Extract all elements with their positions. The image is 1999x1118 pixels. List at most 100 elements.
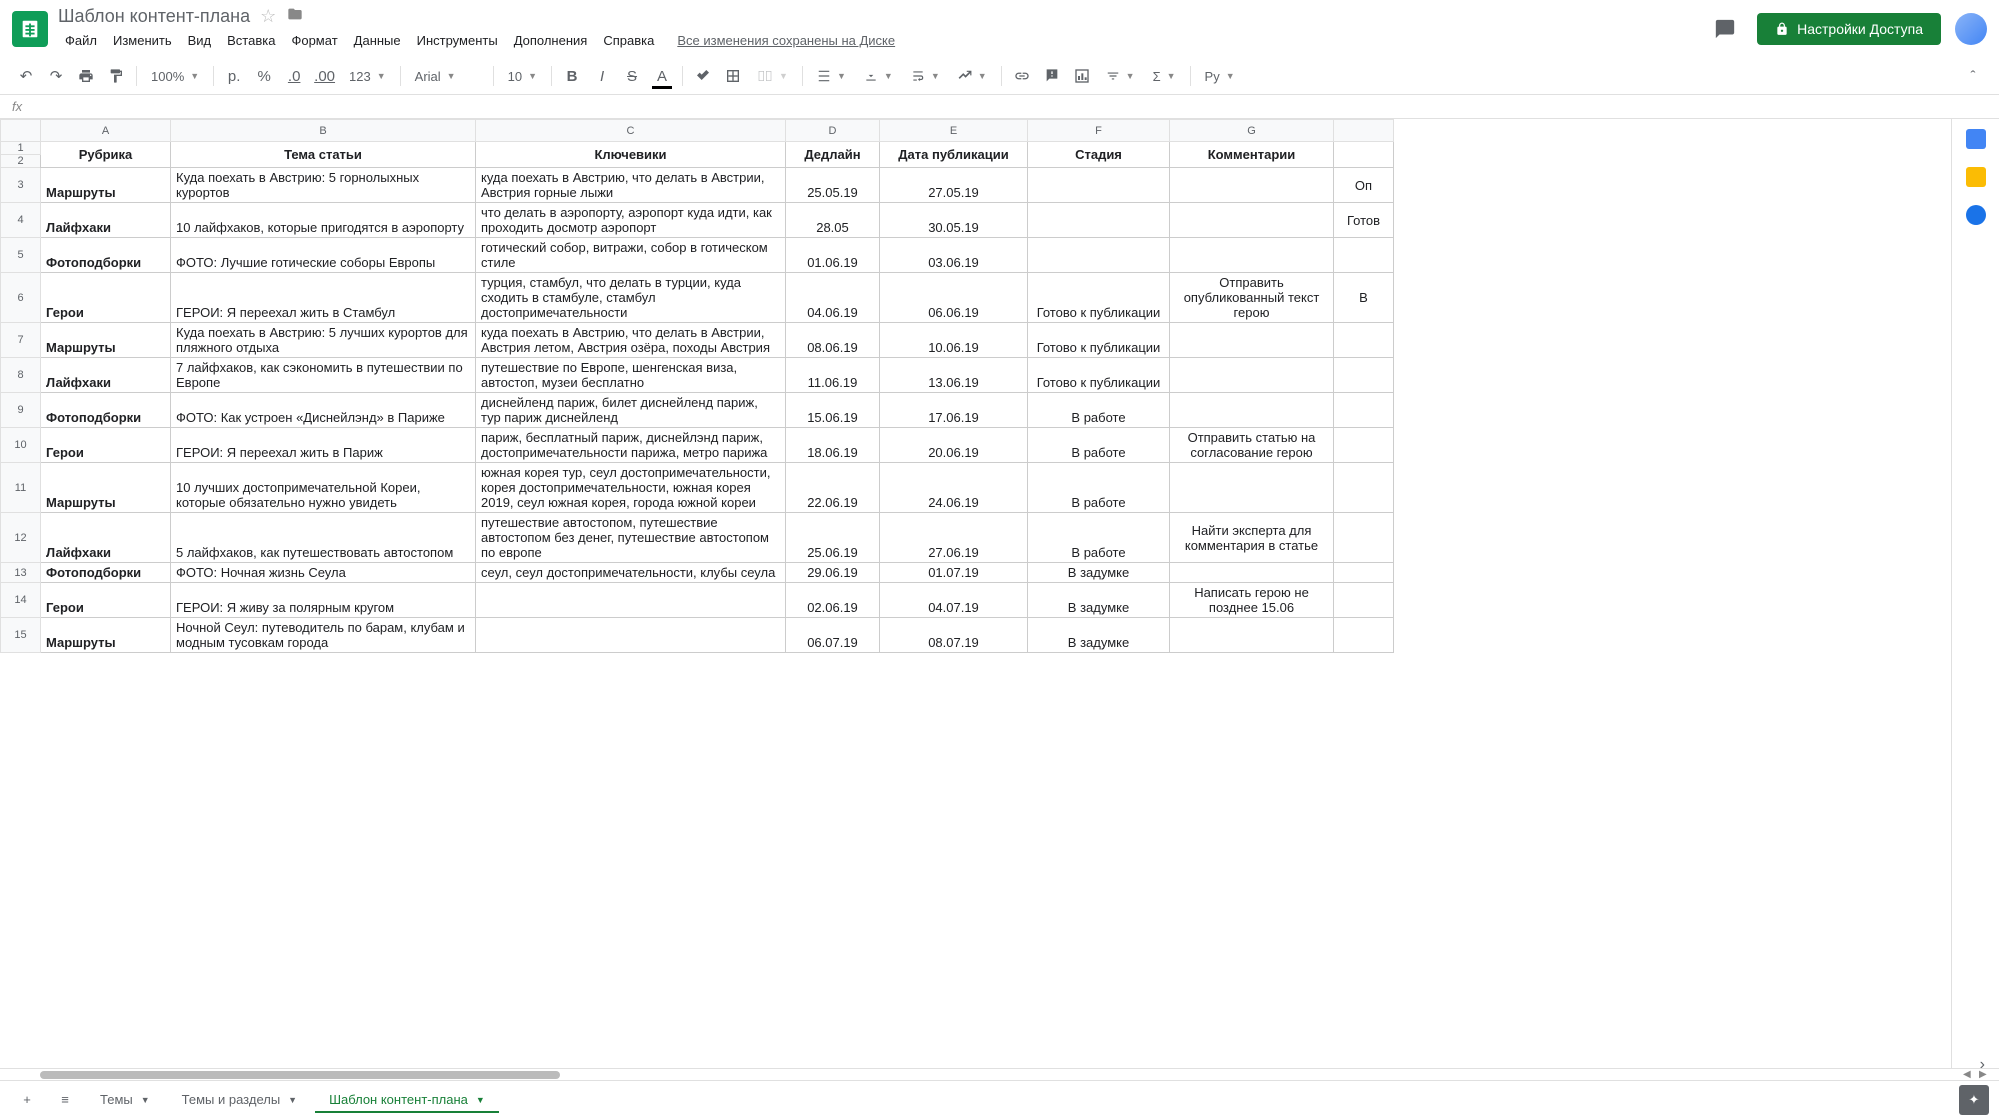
row-header-1[interactable]: 1 <box>1 142 41 155</box>
cell-comment[interactable] <box>1170 238 1334 273</box>
cell-extra[interactable] <box>1334 323 1394 358</box>
cell-pubdate[interactable]: 27.06.19 <box>880 513 1028 563</box>
cell-extra[interactable] <box>1334 563 1394 583</box>
cell-stage[interactable]: В задумке <box>1028 583 1170 618</box>
cell-stage[interactable]: Опубликовано <box>1028 238 1170 273</box>
cell-stage[interactable]: В задумке <box>1028 563 1170 583</box>
cell-keywords[interactable]: диснейленд париж, билет диснейленд париж… <box>476 393 786 428</box>
italic-button[interactable]: I <box>588 62 616 90</box>
merge-button[interactable]: ▼ <box>749 62 796 90</box>
cell-deadline[interactable]: 08.06.19 <box>786 323 880 358</box>
cell-stage[interactable]: В работе <box>1028 393 1170 428</box>
row-header-4[interactable]: 4 <box>1 203 41 238</box>
font-size-select[interactable]: 10▼ <box>500 62 545 90</box>
cell-rubric[interactable]: Фотоподборки <box>41 563 171 583</box>
chart-button[interactable] <box>1068 62 1096 90</box>
cell-extra[interactable] <box>1334 463 1394 513</box>
cell-deadline[interactable]: 02.06.19 <box>786 583 880 618</box>
borders-button[interactable] <box>719 62 747 90</box>
cell-rubric[interactable]: Маршруты <box>41 618 171 653</box>
cell-rubric[interactable]: Лайфхаки <box>41 513 171 563</box>
sheet-tab[interactable]: Темы▼ <box>86 1086 164 1113</box>
cell-keywords[interactable]: париж, бесплатный париж, диснейлэнд пари… <box>476 428 786 463</box>
cell-stage[interactable]: Готово к публикации <box>1028 323 1170 358</box>
font-select[interactable]: Arial▼ <box>407 62 487 90</box>
cell-topic[interactable]: ГЕРОИ: Я переехал жить в Париж <box>171 428 476 463</box>
row-header-5[interactable]: 5 <box>1 238 41 273</box>
cell-comment[interactable] <box>1170 323 1334 358</box>
cell-keywords[interactable]: путешествие по Европе, шенгенская виза, … <box>476 358 786 393</box>
sheet-tab[interactable]: Темы и разделы▼ <box>168 1086 311 1113</box>
cell-deadline[interactable]: 04.06.19 <box>786 273 880 323</box>
cell-deadline[interactable]: 06.07.19 <box>786 618 880 653</box>
row-header-11[interactable]: 11 <box>1 463 41 513</box>
cell-comment[interactable]: Найти эксперта для комментария в статье <box>1170 513 1334 563</box>
sheet-tab[interactable]: Шаблон контент-плана▼ <box>315 1086 499 1113</box>
user-avatar[interactable] <box>1955 13 1987 45</box>
header-c[interactable]: Ключевики <box>476 142 786 168</box>
cell-stage[interactable]: Опубликовано <box>1028 203 1170 238</box>
col-header-G[interactable]: G <box>1170 120 1334 142</box>
cell-pubdate[interactable]: 04.07.19 <box>880 583 1028 618</box>
cell-deadline[interactable]: 25.06.19 <box>786 513 880 563</box>
fill-color-button[interactable] <box>689 62 717 90</box>
col-header-E[interactable]: E <box>880 120 1028 142</box>
row-header-12[interactable]: 12 <box>1 513 41 563</box>
cell-comment[interactable]: Отправить опубликованный текст герою <box>1170 273 1334 323</box>
cell-deadline[interactable]: 15.06.19 <box>786 393 880 428</box>
cell-pubdate[interactable]: 03.06.19 <box>880 238 1028 273</box>
sheet-area[interactable]: ABCDEFG1РубрикаТема статьиКлючевикиДедла… <box>0 119 1951 1068</box>
print-button[interactable] <box>72 62 100 90</box>
cell-stage[interactable]: В работе <box>1028 463 1170 513</box>
menu-инструменты[interactable]: Инструменты <box>410 29 505 52</box>
cell-keywords[interactable] <box>476 618 786 653</box>
cell-deadline[interactable]: 22.06.19 <box>786 463 880 513</box>
cell-topic[interactable]: ГЕРОИ: Я переехал жить в Стамбул <box>171 273 476 323</box>
folder-icon[interactable] <box>286 6 304 27</box>
cell-extra[interactable] <box>1334 583 1394 618</box>
number-format-select[interactable]: 123▼ <box>341 62 394 90</box>
cell-topic[interactable]: Куда поехать в Австрию: 5 горнолыхных ку… <box>171 168 476 203</box>
header-g[interactable]: Комментарии <box>1170 142 1334 168</box>
rotate-button[interactable]: ▼ <box>950 62 995 90</box>
row-header-13[interactable]: 13 <box>1 563 41 583</box>
cell-rubric[interactable]: Фотоподборки <box>41 238 171 273</box>
cell-topic[interactable]: Ночной Сеул: путеводитель по барам, клуб… <box>171 618 476 653</box>
cell-keywords[interactable]: южная корея тур, сеул достопримечательно… <box>476 463 786 513</box>
document-title[interactable]: Шаблон контент-плана <box>58 6 250 27</box>
cell-keywords[interactable]: куда поехать в Австрию, что делать в Авс… <box>476 323 786 358</box>
cell-pubdate[interactable]: 06.06.19 <box>880 273 1028 323</box>
row-header-8[interactable]: 8 <box>1 358 41 393</box>
cell-deadline[interactable]: 28.05 <box>786 203 880 238</box>
percent-button[interactable]: % <box>250 62 278 90</box>
cell-comment[interactable] <box>1170 463 1334 513</box>
cell-deadline[interactable]: 01.06.19 <box>786 238 880 273</box>
star-icon[interactable]: ☆ <box>260 6 276 27</box>
cell-pubdate[interactable]: 10.06.19 <box>880 323 1028 358</box>
valign-button[interactable]: ▼ <box>856 62 901 90</box>
col-header-A[interactable]: A <box>41 120 171 142</box>
cell-rubric[interactable]: Герои <box>41 273 171 323</box>
cell-deadline[interactable]: 11.06.19 <box>786 358 880 393</box>
cell-rubric[interactable]: Фотоподборки <box>41 393 171 428</box>
menu-дополнения[interactable]: Дополнения <box>507 29 595 52</box>
cell-stage[interactable]: Готово к публикации <box>1028 358 1170 393</box>
cell-keywords[interactable]: сеул, сеул достопримечательности, клубы … <box>476 563 786 583</box>
zoom-select[interactable]: 100%▼ <box>143 62 207 90</box>
menu-формат[interactable]: Формат <box>284 29 344 52</box>
cell-extra[interactable] <box>1334 428 1394 463</box>
cell-extra[interactable]: В <box>1334 273 1394 323</box>
strikethrough-button[interactable]: S <box>618 62 646 90</box>
cell-extra[interactable] <box>1334 358 1394 393</box>
cell-topic[interactable]: ФОТО: Лучшие готические соборы Европы <box>171 238 476 273</box>
cell-rubric[interactable]: Герои <box>41 428 171 463</box>
currency-button[interactable]: р. <box>220 62 248 90</box>
menu-вставка[interactable]: Вставка <box>220 29 282 52</box>
cell-keywords[interactable]: путешествие автостопом, путешествие авто… <box>476 513 786 563</box>
cell-keywords[interactable]: готический собор, витражи, собор в готич… <box>476 238 786 273</box>
cell-extra[interactable]: Оп <box>1334 168 1394 203</box>
calendar-icon[interactable] <box>1966 129 1986 149</box>
cell-topic[interactable]: ГЕРОИ: Я живу за полярным кругом <box>171 583 476 618</box>
row-header-6[interactable]: 6 <box>1 273 41 323</box>
row-header-2[interactable]: 2 <box>1 155 41 168</box>
